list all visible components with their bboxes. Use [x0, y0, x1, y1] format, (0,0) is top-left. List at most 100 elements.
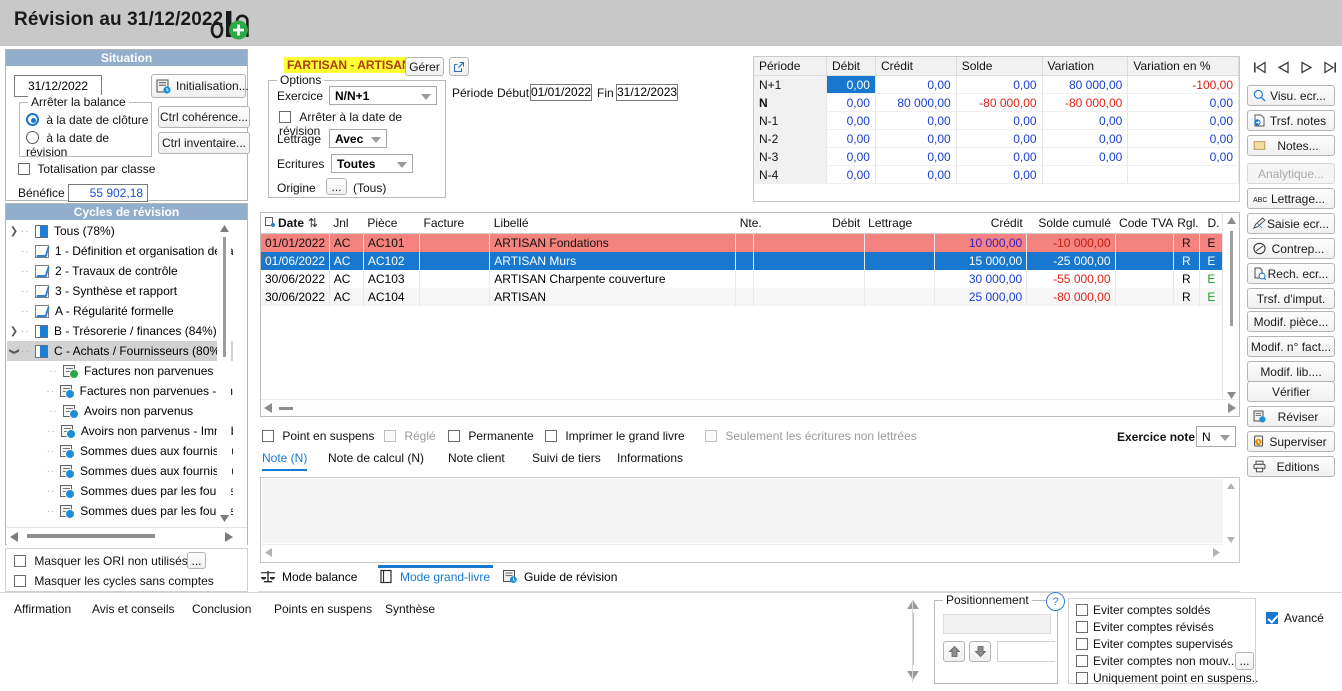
note-content-panel[interactable] [260, 477, 1240, 563]
eviter-checkbox[interactable]: Eviter comptes soldés [1076, 603, 1210, 617]
bottom-tab[interactable]: Affirmation [14, 602, 71, 616]
tree-item[interactable]: ❱ ·· C - Achats / Fournisseurs (80%) [7, 341, 233, 361]
tree-item[interactable]: ❯ ·· Tous (78%) [7, 221, 233, 241]
periode-row[interactable]: N 0,00 80 000,00 -80 000,00 -80 000,00 0,00 [754, 93, 1239, 112]
nav-last-icon[interactable] [1322, 59, 1339, 75]
grid-col-header[interactable]: Lettrage [864, 213, 935, 234]
cycles-tree[interactable]: ❯ ·· Tous (78%) ·· 1 - Définition et organis… [7, 221, 233, 526]
tree-horizontal-scrollbar[interactable] [7, 527, 247, 545]
grid-hscroll-thumb[interactable] [279, 407, 293, 410]
origine-browse-button[interactable]: ... [326, 178, 347, 195]
ctrl-inventaire-button[interactable]: Ctrl inventaire... [158, 132, 250, 154]
ecritures-select[interactable]: Toutes [331, 154, 413, 173]
side-button[interactable]: Vérifier [1247, 381, 1335, 402]
periode-col-header[interactable]: Solde [956, 57, 1043, 76]
scroll-down-arrow[interactable] [217, 512, 231, 525]
grid-col-header[interactable]: Solde cumulé [1026, 213, 1116, 234]
tree-item[interactable]: ·· Sommes dues aux fournisseur [7, 461, 233, 481]
sort-icon[interactable]: ⇅ [308, 216, 318, 230]
note-tabs[interactable]: Note (N) Note de calcul (N) Note client Sui… [262, 451, 1237, 472]
grid-hscroll-right-arrow[interactable] [1228, 403, 1236, 413]
chevron-down-icon[interactable]: ❱ [9, 344, 20, 358]
tree-item[interactable]: ·· Factures non parvenues - Imm [7, 381, 233, 401]
tree-item[interactable]: ·· Sommes dues par les fourniss [7, 481, 233, 501]
nav-next-icon[interactable] [1298, 59, 1315, 75]
grid-vertical-scrollbar[interactable] [1222, 213, 1239, 401]
periode-row[interactable]: N-1 0,00 0,00 0,00 0,00 0,00 [754, 111, 1239, 130]
grid-horizontal-scrollbar[interactable] [261, 399, 1239, 416]
record-navigation[interactable] [1251, 57, 1339, 77]
positionnement-secondary-input[interactable] [997, 641, 1055, 662]
note-scroll-down-arrow[interactable] [1223, 537, 1238, 543]
entries-grid-panel[interactable]: Date ⇅ Jnl Pièce Facture Libellé Nte. Débit Lett… [260, 212, 1240, 417]
eviter-checkbox[interactable]: Eviter comptes révisés [1076, 620, 1214, 634]
bottom-tab[interactable]: Points en suspens [274, 602, 372, 616]
tree-item[interactable]: ·· Sommes dues par les fourniss [7, 501, 233, 521]
chevron-right-icon[interactable]: ❯ [7, 226, 21, 237]
arrow-up-icon[interactable] [943, 641, 965, 662]
fin-date-input[interactable]: 31/12/2023 [616, 84, 678, 101]
bottom-tab[interactable]: Conclusion [192, 602, 251, 616]
radio-date-revision[interactable]: à la date de révision [26, 131, 151, 159]
grid-col-header[interactable]: Code TVA [1115, 213, 1173, 234]
side-button[interactable]: ABC Lettrage... [1247, 188, 1335, 209]
grid-scroll-down-arrow[interactable] [1223, 392, 1239, 399]
note-tab[interactable]: Suivi de tiers [532, 451, 601, 469]
nav-prev-icon[interactable] [1275, 59, 1292, 75]
mode-item[interactable]: Guide de révision [502, 569, 617, 584]
grid-col-header[interactable]: D. [1199, 213, 1224, 234]
bottom-tab[interactable]: Avis et conseils [92, 602, 174, 616]
tree-item[interactable]: ·· Avoirs non parvenus - Immobi [7, 421, 233, 441]
radio-date-cloture[interactable]: à la date de clôture [26, 113, 148, 127]
tree-item[interactable]: ·· Factures non parvenues [7, 361, 233, 381]
help-icon[interactable]: ? [1046, 592, 1065, 611]
tree-item[interactable]: ·· 2 - Travaux de contrôle [7, 261, 233, 281]
grid-col-header[interactable]: Libellé [489, 213, 736, 234]
periode-row[interactable]: N+1 0,00 0,00 0,00 80 000,00 -100,00 [754, 75, 1239, 94]
side-button[interactable]: Visu. ecr... [1247, 85, 1335, 106]
tree-item[interactable]: ·· Avoirs non parvenus [7, 401, 233, 421]
side-button[interactable]: Trsf. notes [1247, 110, 1335, 131]
bottom-spinner[interactable] [905, 600, 921, 682]
debut-date-input[interactable]: 01/01/2022 [530, 84, 592, 101]
mode-bar[interactable]: Mode balance Mode grand-livre Guide de rév… [258, 565, 1240, 592]
closing-date-input[interactable]: 31/12/2022 [14, 75, 102, 97]
grid-col-header[interactable]: Facture [419, 213, 490, 234]
positionnement-input[interactable] [943, 614, 1051, 634]
note-textarea[interactable] [262, 479, 1223, 543]
side-button[interactable]: Trsf. d'imput. [1247, 288, 1335, 309]
periode-row[interactable]: N-3 0,00 0,00 0,00 0,00 0,00 [754, 147, 1239, 166]
eviter-checkbox[interactable]: Eviter comptes non mouv... [1076, 654, 1238, 668]
side-button[interactable]: Contrep... [1247, 238, 1335, 259]
grid-col-header[interactable]: Débit [753, 213, 865, 234]
note-tab[interactable]: Informations [617, 451, 683, 469]
periode-col-header[interactable]: Crédit [875, 57, 957, 76]
side-button[interactable]: Modif. n° fact... [1247, 336, 1335, 357]
tree-item[interactable]: ❯ ·· B - Trésorerie / finances (84%) [7, 321, 233, 341]
eviter-checkbox[interactable]: Uniquement point en suspens.. [1076, 671, 1258, 685]
grid-col-header[interactable]: Pièce [363, 213, 420, 234]
side-button[interactable]: Modif. lib.... [1247, 361, 1335, 382]
hscroll-right-arrow[interactable] [225, 532, 233, 542]
totalisation-par-classe-checkbox[interactable]: Totalisation par classe [18, 162, 155, 176]
tree-item[interactable]: ·· Sommes dues aux fournisseur [7, 441, 233, 461]
periode-col-header[interactable]: Débit [826, 57, 876, 76]
grid-col-header[interactable]: Crédit [934, 213, 1027, 234]
note-tab[interactable]: Note (N) [262, 451, 308, 471]
table-row[interactable]: 30/06/2022 AC AC103 ARTISAN Charpente couve… [261, 270, 1225, 288]
bottom-tab[interactable]: Synthèse [385, 602, 435, 616]
periode-summary-table[interactable]: Période Débit Crédit Solde Variation Variatio… [753, 56, 1240, 202]
masquer-ori-checkbox[interactable]: Masquer les ORI non utilisés [14, 554, 188, 568]
note-hscroll-right-arrow[interactable] [1213, 548, 1220, 557]
point-en-suspens-checkbox[interactable]: Point en suspens [262, 429, 374, 443]
side-button[interactable]: Saisie ecr... [1247, 213, 1335, 234]
hscroll-left-arrow[interactable] [10, 532, 18, 542]
lettrage-select[interactable]: Avec [329, 129, 387, 148]
note-tab[interactable]: Note de calcul (N) [328, 451, 424, 469]
note-vertical-scrollbar[interactable] [1223, 479, 1238, 543]
periode-col-header[interactable]: Variation [1042, 57, 1129, 76]
periode-row[interactable]: N-2 0,00 0,00 0,00 0,00 0,00 [754, 129, 1239, 148]
tree-vertical-scrollbar[interactable] [217, 222, 231, 525]
grid-scroll-thumb[interactable] [1229, 231, 1233, 326]
note-hscroll-left-arrow[interactable] [265, 548, 272, 557]
